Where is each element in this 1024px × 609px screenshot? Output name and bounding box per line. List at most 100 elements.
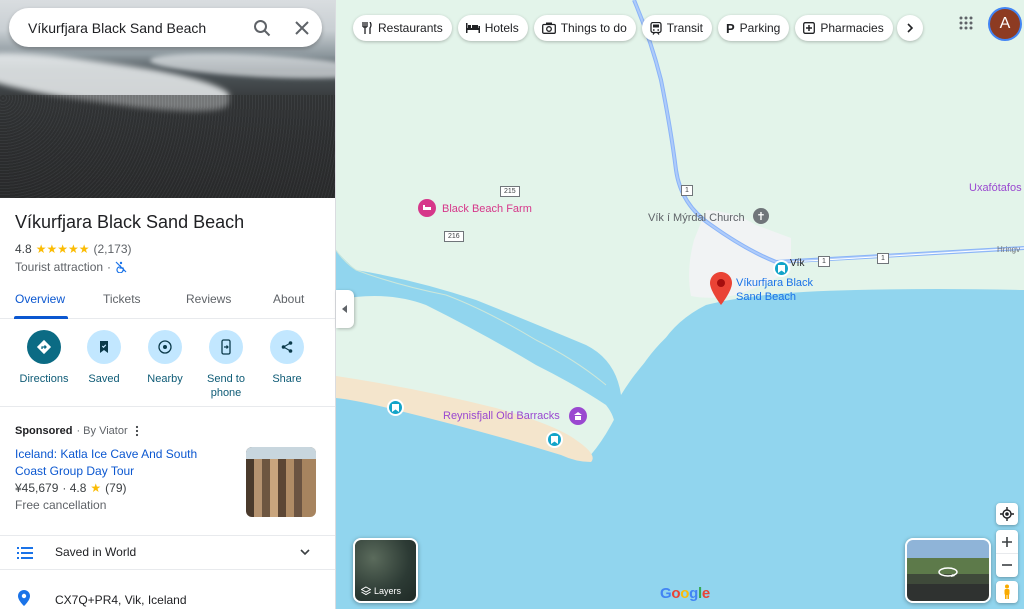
- tab-overview[interactable]: Overview: [15, 292, 65, 306]
- street-view-preview[interactable]: [905, 538, 991, 603]
- ad-image[interactable]: [246, 447, 316, 517]
- map-canvas[interactable]: 215 216 1 1 1 Hringv Black Beach Farm Ví…: [336, 0, 1024, 609]
- black-beach-farm-label[interactable]: Black Beach Farm: [442, 203, 532, 215]
- search-icon: [254, 19, 271, 36]
- close-icon: [295, 20, 309, 35]
- layers-button[interactable]: Layers: [353, 538, 418, 603]
- road-215-shield: 215: [500, 186, 520, 197]
- vikurfjara-map-label[interactable]: Víkurfjara Black Sand Beach: [736, 276, 813, 304]
- saved-bookmark-icon[interactable]: [387, 399, 404, 416]
- directions-label: Directions: [19, 373, 69, 385]
- rating-value: 4.8: [15, 242, 32, 256]
- saved-bookmark-icon[interactable]: [546, 431, 563, 448]
- my-location-button[interactable]: [996, 503, 1018, 525]
- clear-search-button[interactable]: [282, 8, 322, 47]
- place-title: Víkurfjara Black Sand Beach: [15, 212, 245, 232]
- ad-price-row: ¥45,679 · 4.8 ★ (79): [15, 481, 127, 495]
- search-box[interactable]: Víkurfjara Black Sand Beach: [9, 8, 322, 47]
- ad-cancellation: Free cancellation: [15, 498, 107, 512]
- separator: ·: [107, 260, 112, 274]
- share-button[interactable]: Share: [257, 330, 317, 386]
- avatar[interactable]: A: [990, 9, 1020, 39]
- chip-pharmacies[interactable]: Pharmacies: [795, 15, 893, 41]
- category-chips: Restaurants Hotels Things to do Transit …: [353, 15, 893, 41]
- share-label: Share: [272, 373, 302, 385]
- zoom-in-button[interactable]: [996, 531, 1018, 554]
- uxafotafoss-label[interactable]: Uxafótafos: [969, 182, 1022, 194]
- ad-review-count: (79): [105, 481, 127, 495]
- saved-button[interactable]: Saved: [74, 330, 134, 386]
- chip-label: Transit: [666, 21, 703, 35]
- chip-label: Pharmacies: [820, 21, 884, 35]
- zoom-out-button[interactable]: [996, 554, 1018, 577]
- plus-icon: [1002, 536, 1012, 547]
- hringvegur-label: Hringv: [997, 245, 1021, 254]
- selected-place-marker-icon[interactable]: [710, 272, 732, 305]
- landmark-pin-icon[interactable]: [569, 407, 587, 425]
- pharmacy-icon: [803, 22, 816, 34]
- collapse-panel-button[interactable]: [336, 290, 354, 328]
- restaurant-icon: [362, 22, 372, 34]
- chip-things-to-do[interactable]: Things to do: [533, 15, 636, 41]
- saved-list-row[interactable]: Saved in World: [0, 536, 335, 569]
- google-apps-button[interactable]: [955, 12, 977, 34]
- zoom-controls: [996, 530, 1018, 577]
- ad-image-sky: [246, 447, 316, 459]
- active-tab-indicator: [14, 316, 68, 319]
- sponsored-header: Sponsored · By Viator: [15, 425, 142, 437]
- star-icon: ★: [90, 481, 102, 495]
- more-options-icon[interactable]: [132, 425, 142, 437]
- pegman-button[interactable]: [996, 581, 1018, 603]
- ad-price: ¥45,679: [15, 481, 59, 495]
- church-label[interactable]: Vík í Mýrdal Church: [648, 212, 745, 224]
- chip-transit[interactable]: Transit: [641, 15, 712, 41]
- vikurfjara-label-line2: Sand Beach: [736, 291, 796, 303]
- nearby-button[interactable]: Nearby: [135, 330, 195, 386]
- layers-label: Layers: [374, 586, 402, 596]
- church-icon[interactable]: ✝: [753, 208, 769, 224]
- chips-next-button[interactable]: [897, 15, 923, 41]
- category-row: Tourist attraction ·: [15, 260, 127, 274]
- plus-code-address[interactable]: CX7Q+PR4, Vik, Iceland: [55, 593, 187, 607]
- chip-label: Restaurants: [378, 21, 443, 35]
- vikurfjara-label-line1: Víkurfjara Black: [736, 277, 814, 289]
- apps-grid-icon: [959, 16, 973, 30]
- reynisfjall-label[interactable]: Reynisfjall Old Barracks: [443, 410, 560, 422]
- send-to-phone-icon: [209, 330, 243, 364]
- google-logo: Google: [660, 585, 710, 602]
- hotel-icon: [465, 23, 480, 33]
- crosshair-icon: [1000, 507, 1014, 521]
- chip-hotels[interactable]: Hotels: [457, 15, 528, 41]
- send-to-phone-button[interactable]: Send to phone: [196, 330, 256, 400]
- search-button[interactable]: [242, 8, 282, 47]
- search-input[interactable]: Víkurfjara Black Sand Beach: [9, 20, 242, 36]
- share-icon: [270, 330, 304, 364]
- sponsor-name: · By Viator: [76, 425, 128, 437]
- location-pin-icon: [18, 590, 30, 606]
- chip-label: Things to do: [560, 21, 627, 35]
- ad-rating: · 4.8: [62, 481, 87, 495]
- farm-pin-icon[interactable]: [418, 199, 436, 217]
- chip-label: Hotels: [484, 21, 519, 35]
- saved-label: Saved: [88, 373, 120, 385]
- place-tabs: Overview Tickets Reviews About: [0, 282, 335, 319]
- chip-parking[interactable]: P Parking: [718, 15, 790, 41]
- directions-icon: [27, 330, 61, 364]
- bookmark-icon: [87, 330, 121, 364]
- layers-icon: [361, 586, 371, 596]
- tab-about[interactable]: About: [273, 292, 304, 306]
- chip-restaurants[interactable]: Restaurants: [353, 15, 452, 41]
- review-count[interactable]: (2,173): [93, 242, 131, 256]
- landmark-icon: [574, 412, 582, 420]
- ad-title-link[interactable]: Iceland: Katla Ice Cave And South Coast …: [15, 446, 225, 480]
- divider: [0, 569, 335, 570]
- wheelchair-not-accessible-icon: [115, 261, 127, 273]
- tab-reviews[interactable]: Reviews: [186, 292, 231, 306]
- place-category[interactable]: Tourist attraction: [15, 260, 103, 274]
- road-1-shield: 1: [877, 253, 889, 264]
- vik-town-label: Vík: [790, 258, 805, 269]
- saved-bookmark-icon[interactable]: [773, 260, 790, 277]
- chevron-right-icon: [907, 23, 913, 33]
- tab-tickets[interactable]: Tickets: [103, 292, 141, 306]
- directions-button[interactable]: Directions: [14, 330, 74, 386]
